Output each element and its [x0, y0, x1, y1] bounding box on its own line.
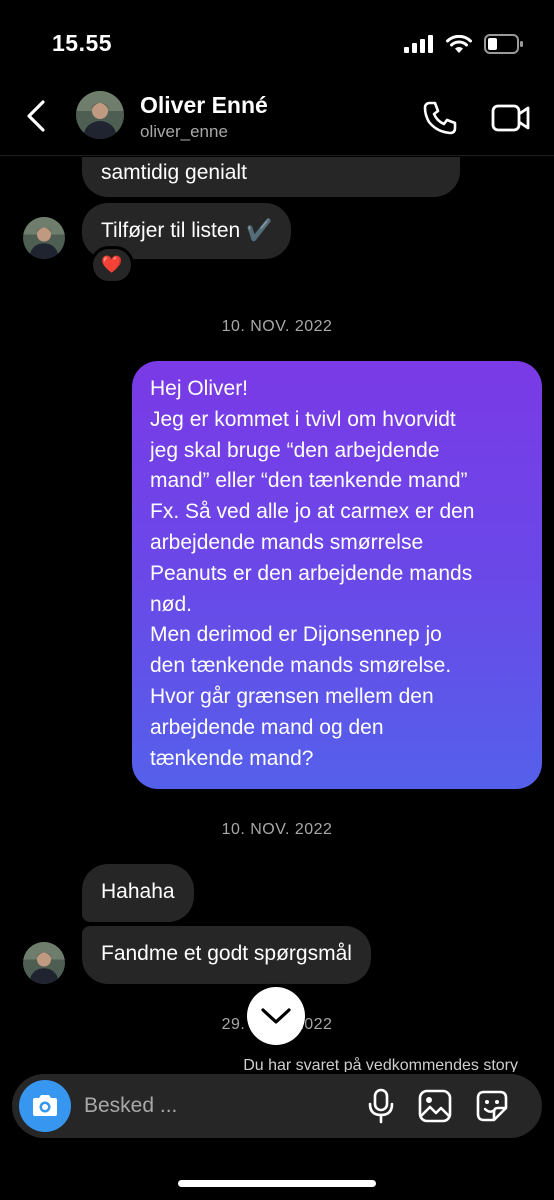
message-thread[interactable]: samtidig genialt Tilføjer til listen ✔️ … [0, 157, 554, 1072]
message-line: Men derimod er Dijonsennep jo [150, 623, 442, 647]
message-line: Peanuts er den arbejdende mands [150, 561, 473, 585]
battery-icon [484, 34, 523, 54]
contact-username[interactable]: oliver_enne [140, 122, 228, 142]
incoming-message[interactable]: Fandme et godt spørgsmål [82, 926, 371, 984]
gallery-button[interactable] [417, 1088, 453, 1124]
date-separator: 10. NOV. 2022 [221, 821, 333, 838]
chevron-down-icon [261, 1008, 291, 1024]
message-line: den tænkende mands smørelse. [150, 654, 452, 678]
message-text: Fandme et godt spørgsmål [101, 942, 352, 965]
message-line: arbejdende mands smørrelse [150, 530, 424, 554]
message-text: Tilføjer til listen ✔️ [101, 219, 273, 242]
sender-avatar[interactable] [23, 942, 65, 984]
back-button[interactable] [20, 96, 52, 136]
sender-avatar[interactable] [23, 217, 65, 259]
header-avatar[interactable] [76, 91, 124, 139]
camera-button[interactable] [19, 1080, 71, 1132]
message-text: Hahaha [101, 880, 175, 903]
message-line: Hvor går grænsen mellem den [150, 684, 434, 708]
avatar-image [23, 942, 65, 984]
message-input[interactable] [84, 1090, 344, 1122]
sticker-icon [476, 1090, 508, 1122]
status-icons [404, 34, 524, 54]
avatar-image [76, 91, 124, 139]
message-line: Fx. Så ved alle jo at carmex er den [150, 500, 475, 524]
message-line: nød. [150, 592, 193, 616]
video-call-button[interactable] [490, 98, 532, 138]
scroll-to-bottom-button[interactable] [247, 987, 305, 1045]
message-line: tænkende mand? [150, 746, 314, 770]
signal-icon [404, 35, 433, 53]
microphone-icon [368, 1088, 394, 1124]
chat-header: Oliver Enné oliver_enne [0, 80, 554, 156]
message-line: Hej Oliver! [150, 377, 249, 400]
chevron-left-icon [27, 100, 45, 132]
camera-icon [33, 1095, 57, 1116]
incoming-message[interactable]: samtidig genialt [82, 157, 460, 197]
phone-icon [423, 101, 457, 135]
message-line: jeg skal bruge “den arbejdende [150, 438, 440, 462]
message-composer [12, 1074, 542, 1138]
date-separator: 10. NOV. 2022 [221, 318, 333, 335]
avatar-image [23, 217, 65, 259]
message-text: samtidig genialt [101, 161, 247, 184]
sticker-button[interactable] [474, 1088, 510, 1124]
message-line: mand” eller “den tænkende mand” [150, 469, 468, 493]
heart-reaction[interactable]: ❤️ [90, 246, 134, 284]
voice-message-button[interactable] [364, 1088, 398, 1124]
message-line: arbejdende mand og den [150, 715, 384, 739]
outgoing-message[interactable]: Hej Oliver! Jeg er kommet i tvivl om hvo… [132, 361, 542, 789]
image-icon [418, 1089, 452, 1123]
video-camera-icon [491, 104, 530, 132]
wifi-icon [446, 34, 472, 53]
contact-name[interactable]: Oliver Enné [140, 92, 268, 119]
home-indicator[interactable] [178, 1180, 376, 1187]
status-bar: 15.55 [0, 0, 554, 80]
call-button[interactable] [420, 98, 460, 138]
message-line: Jeg er kommet i tvivl om hvorvidt [150, 407, 456, 431]
status-time: 15.55 [52, 30, 113, 56]
story-reply-note: Du har svaret på vedkommendes story [243, 1057, 518, 1072]
incoming-message[interactable]: Hahaha [82, 864, 194, 922]
